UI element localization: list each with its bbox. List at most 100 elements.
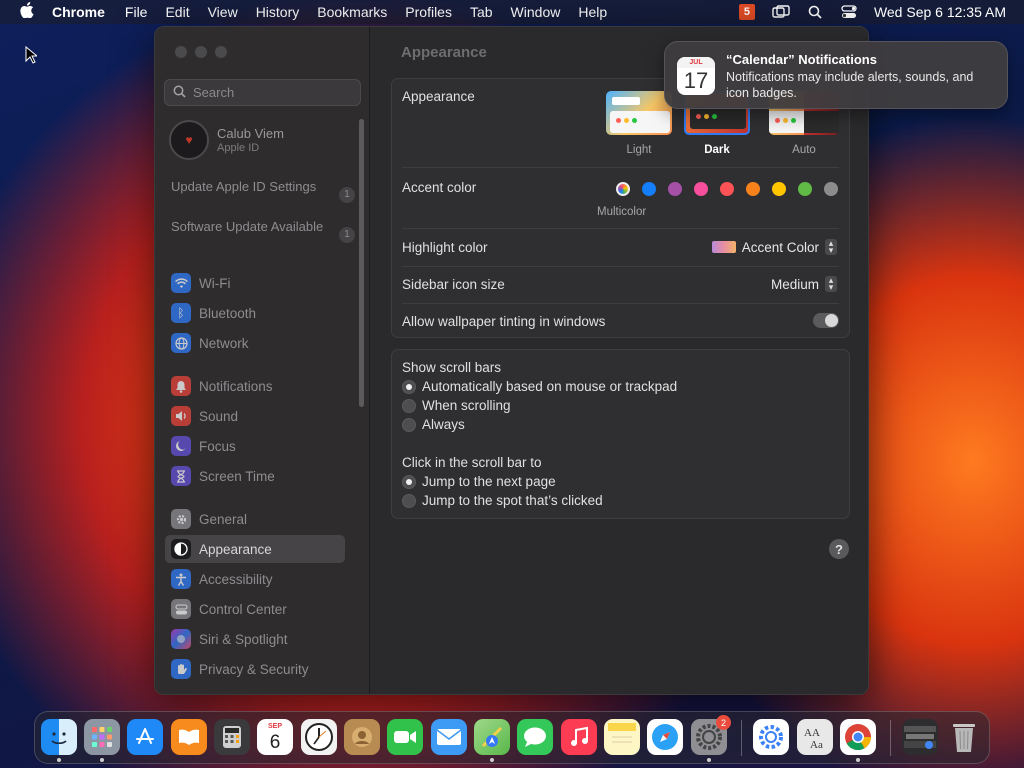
accessibility-icon xyxy=(171,569,191,589)
system-settings-icon[interactable]: 2 xyxy=(691,715,731,755)
downloads-stack-icon[interactable] xyxy=(902,719,938,755)
menu-edit[interactable]: Edit xyxy=(165,4,189,20)
appearance-option-light[interactable] xyxy=(606,91,672,135)
sidebar-item-sound[interactable]: Sound xyxy=(165,402,345,430)
menu-profiles[interactable]: Profiles xyxy=(405,4,452,20)
notes-icon[interactable] xyxy=(604,719,640,755)
html5-extension-icon[interactable]: 5 xyxy=(738,4,756,20)
apple-logo-icon[interactable] xyxy=(18,2,36,22)
preferences-gear-icon[interactable] xyxy=(753,719,789,755)
highlight-color-popup[interactable]: Accent Color ▴ ▾ xyxy=(711,239,837,255)
search-icon xyxy=(173,85,186,101)
calendar-icon-month: JUL xyxy=(677,57,715,68)
click-option-spot-clicked[interactable]: Jump to the spot that’s clicked xyxy=(402,493,603,508)
globe-icon xyxy=(171,333,191,353)
spotlight-search-icon[interactable] xyxy=(806,4,824,20)
profile-subtitle: Apple ID xyxy=(217,142,260,154)
books-icon[interactable] xyxy=(171,719,207,755)
control-center-icon[interactable] xyxy=(840,4,858,20)
radio-button[interactable] xyxy=(402,493,416,508)
sidebar-item-bluetooth[interactable]: ᛒ Bluetooth xyxy=(165,299,345,327)
facetime-icon[interactable] xyxy=(387,719,423,755)
trash-icon[interactable] xyxy=(946,719,982,755)
sidebar-item-siri-spotlight[interactable]: Siri & Spotlight xyxy=(165,625,345,653)
appearance-option-label: Auto xyxy=(792,144,816,156)
wallpaper-tinting-toggle[interactable] xyxy=(813,313,839,328)
radio-label: Jump to the spot that’s clicked xyxy=(422,493,603,508)
zoom-window-button[interactable] xyxy=(215,46,227,58)
music-icon[interactable] xyxy=(561,719,597,755)
accent-color-multicolor[interactable] xyxy=(616,182,630,196)
sidebar-item-focus[interactable]: Focus xyxy=(165,432,345,460)
minimize-window-button[interactable] xyxy=(195,46,207,58)
sidebar-icon-size-popup[interactable]: Medium ▴ ▾ xyxy=(771,276,837,292)
radio-button[interactable] xyxy=(402,474,416,489)
menu-view[interactable]: View xyxy=(208,4,238,20)
sidebar-notice-update-apple-id[interactable]: Update Apple ID Settings 1 xyxy=(171,179,355,203)
finder-icon[interactable] xyxy=(41,719,77,755)
speaker-icon xyxy=(171,406,191,426)
mail-icon[interactable] xyxy=(431,719,467,755)
accent-color-red[interactable] xyxy=(720,182,734,196)
clock-icon[interactable] xyxy=(301,719,337,755)
contacts-icon[interactable] xyxy=(344,719,380,755)
screen-mirroring-icon[interactable] xyxy=(772,4,790,20)
chrome-icon[interactable] xyxy=(840,719,876,755)
sidebar-item-network[interactable]: Network xyxy=(165,329,345,357)
help-button[interactable]: ? xyxy=(829,539,849,559)
accent-color-blue[interactable] xyxy=(642,182,656,196)
sidebar-item-privacy-security[interactable]: Privacy & Security xyxy=(165,655,345,683)
app-store-icon[interactable] xyxy=(127,719,163,755)
accent-color-purple[interactable] xyxy=(668,182,682,196)
sidebar-item-notifications[interactable]: Notifications xyxy=(165,372,345,400)
click-option-next-page[interactable]: Jump to the next page xyxy=(402,474,556,489)
accent-color-pink[interactable] xyxy=(694,182,708,196)
sidebar-item-general[interactable]: General xyxy=(165,505,345,533)
accent-color-green[interactable] xyxy=(798,182,812,196)
menu-help[interactable]: Help xyxy=(578,4,607,20)
chevron-updown-icon: ▴ ▾ xyxy=(825,276,837,292)
notification-badge: 2 xyxy=(716,715,731,730)
safari-icon[interactable] xyxy=(647,719,683,755)
menu-app-name[interactable]: Chrome xyxy=(52,4,105,20)
menu-clock[interactable]: Wed Sep 6 12:35 AM xyxy=(874,4,1006,20)
launchpad-icon[interactable] xyxy=(84,719,120,755)
accent-color-orange[interactable] xyxy=(746,182,760,196)
sidebar-scrollbar[interactable] xyxy=(359,119,364,407)
menu-tab[interactable]: Tab xyxy=(470,4,493,20)
radio-label: When scrolling xyxy=(422,398,511,413)
close-window-button[interactable] xyxy=(175,46,187,58)
messages-icon[interactable] xyxy=(517,719,553,755)
scroll-bars-option-always[interactable]: Always xyxy=(402,417,465,432)
sidebar-item-label: General xyxy=(199,511,248,527)
accent-color-yellow[interactable] xyxy=(772,182,786,196)
dock-calendar-month: SEP xyxy=(267,722,282,730)
sidebar-item-screen-time[interactable]: Screen Time xyxy=(165,462,345,490)
search-field[interactable]: Search xyxy=(164,79,361,106)
sidebar-item-accessibility[interactable]: Accessibility xyxy=(165,565,345,593)
calculator-icon[interactable] xyxy=(214,719,250,755)
calendar-notification-banner[interactable]: JUL 17 “Calendar” Notifications Notifica… xyxy=(664,41,1008,109)
sidebar-item-control-center[interactable]: Control Center xyxy=(165,595,345,623)
menu-window[interactable]: Window xyxy=(511,4,561,20)
menu-bookmarks[interactable]: Bookmarks xyxy=(317,4,387,20)
scroll-bars-option-auto[interactable]: Automatically based on mouse or trackpad xyxy=(402,379,677,394)
radio-button[interactable] xyxy=(402,398,416,413)
sidebar-notice-software-update[interactable]: Software Update Available 1 xyxy=(171,219,355,243)
apple-id-profile[interactable]: ♥ Calub Viem Apple ID xyxy=(169,120,284,160)
maps-icon[interactable] xyxy=(474,719,510,755)
sidebar-item-appearance[interactable]: Appearance xyxy=(165,535,345,563)
divider xyxy=(402,167,839,168)
running-indicator xyxy=(490,758,494,762)
calendar-icon[interactable]: SEP 6 xyxy=(257,719,293,755)
sidebar-item-wifi[interactable]: Wi-Fi xyxy=(165,269,345,297)
radio-button[interactable] xyxy=(402,417,416,432)
menu-history[interactable]: History xyxy=(256,4,300,20)
font-book-icon[interactable]: AA Aa xyxy=(797,719,833,755)
scroll-bars-option-scrolling[interactable]: When scrolling xyxy=(402,398,511,413)
accent-color-graphite[interactable] xyxy=(824,182,838,196)
system-settings-window: Search ♥ Calub Viem Apple ID Update Appl… xyxy=(154,26,869,695)
menu-file[interactable]: File xyxy=(125,4,148,20)
radio-button[interactable] xyxy=(402,379,416,394)
page-title: Appearance xyxy=(401,44,487,61)
